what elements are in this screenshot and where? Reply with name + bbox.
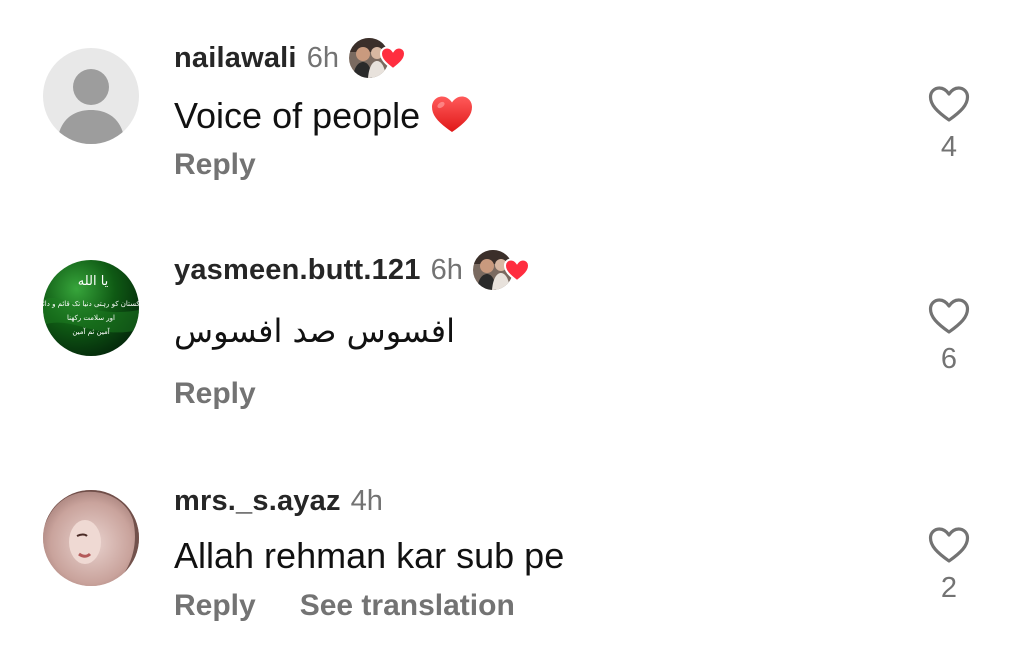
- reply-button[interactable]: Reply: [174, 589, 256, 623]
- avatar[interactable]: يا الله پاکستان کو رہتی دنیا تک قائم و د…: [43, 260, 139, 356]
- timestamp: 6h: [306, 41, 339, 74]
- avatar[interactable]: [43, 48, 139, 144]
- avatar-text: آمین ثم آمین: [72, 327, 110, 336]
- like-column: 4: [920, 84, 978, 164]
- comment-text: Voice of people: [174, 94, 474, 137]
- like-column: 2: [920, 525, 978, 605]
- comment-header: mrs._s.ayaz 4h: [174, 481, 383, 521]
- author-heart-icon: [379, 46, 406, 71]
- timestamp: 6h: [430, 253, 463, 286]
- username[interactable]: mrs._s.ayaz: [174, 485, 341, 518]
- author-liked-badge: [472, 248, 535, 292]
- heart-outline-icon[interactable]: [927, 296, 971, 336]
- comment-text-content: Voice of people: [174, 95, 421, 136]
- like-column: 6: [920, 296, 978, 376]
- timestamp: 4h: [350, 484, 383, 517]
- comment-header: nailawali 6h: [174, 38, 411, 78]
- username[interactable]: nailawali: [174, 42, 297, 75]
- avatar-text: يا الله: [78, 274, 109, 289]
- heart-outline-icon[interactable]: [927, 84, 971, 124]
- username[interactable]: yasmeen.butt.121: [174, 254, 421, 287]
- comment-text-content: Allah rehman kar sub pe: [174, 535, 565, 576]
- avatar-text: پاکستان کو رہتی دنیا تک قائم و دائم: [43, 300, 139, 308]
- profile-photo: يا الله پاکستان کو رہتی دنیا تک قائم و د…: [43, 260, 139, 356]
- comment-text: Allah rehman kar sub pe: [174, 535, 564, 577]
- default-avatar-icon: [43, 48, 139, 144]
- red-heart-emoji-icon: [432, 96, 473, 132]
- avatar-text: اور سلامت رکھنا: [67, 314, 115, 322]
- reply-button[interactable]: Reply: [174, 148, 256, 182]
- comment-text: افسوس صد افسوس: [174, 312, 455, 350]
- profile-photo: [43, 490, 139, 586]
- see-translation-button[interactable]: See translation: [300, 589, 515, 623]
- like-count: 6: [940, 343, 958, 375]
- comment-header: yasmeen.butt.121 6h: [174, 250, 535, 290]
- avatar[interactable]: [43, 490, 139, 586]
- reply-button[interactable]: Reply: [174, 377, 256, 411]
- comment-actions: Reply: [174, 377, 256, 411]
- author-liked-badge: [348, 36, 411, 80]
- comment-actions: Reply See translation: [174, 589, 515, 623]
- heart-outline-icon[interactable]: [927, 525, 971, 565]
- comment-actions: Reply: [174, 148, 256, 182]
- author-heart-icon: [503, 258, 530, 283]
- like-count: 4: [940, 131, 958, 163]
- like-count: 2: [940, 572, 958, 604]
- comment-text-content: افسوس صد افسوس: [174, 312, 455, 350]
